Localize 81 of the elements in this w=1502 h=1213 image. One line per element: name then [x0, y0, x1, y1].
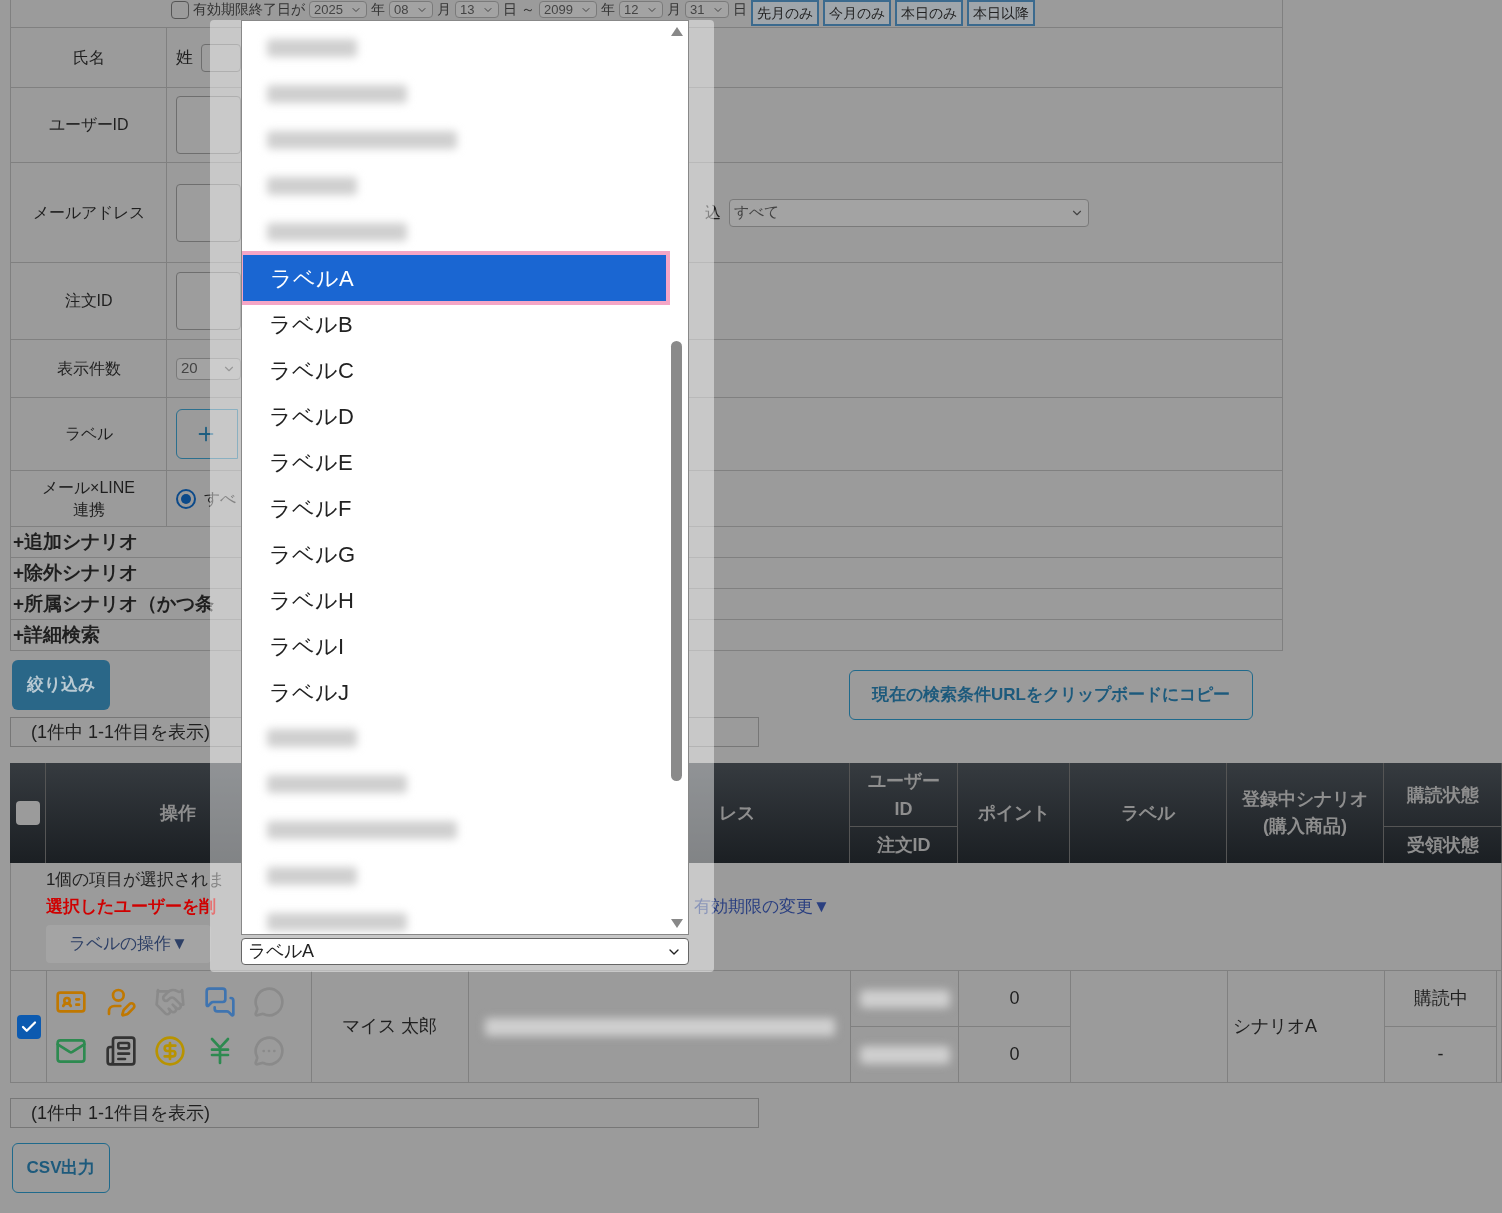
- option-item[interactable]: ラベルD: [242, 393, 667, 439]
- date-unit: 月: [437, 1, 451, 17]
- section-toggle[interactable]: +詳細検索: [13, 620, 101, 650]
- radio-button[interactable]: [176, 488, 196, 509]
- points-value: 0: [1009, 987, 1020, 1010]
- option-item[interactable]: ラベルJ: [242, 669, 667, 715]
- subscription-status: 購読中: [1413, 987, 1468, 1010]
- date-preset-button[interactable]: 本日以降: [967, 0, 1035, 26]
- dropdown[interactable]: 2099: [539, 1, 597, 18]
- section-toggle[interactable]: +追加シナリオ: [13, 527, 139, 557]
- option-item[interactable]: ラベルC: [242, 347, 667, 393]
- scrollbar-thumb[interactable]: [671, 341, 682, 781]
- newspaper-icon[interactable]: [104, 1035, 137, 1068]
- date-unit: 年: [371, 1, 385, 17]
- checkbox[interactable]: [171, 1, 189, 19]
- date-preset-button[interactable]: 本日のみ: [895, 0, 963, 26]
- label-menu-button[interactable]: ラベルの操作▼: [46, 925, 211, 963]
- option-item[interactable]: ラベルH: [242, 577, 667, 623]
- row-label: 注文ID: [64, 291, 113, 311]
- row-label: メール×LINE: [42, 477, 135, 498]
- column-header: ラベル: [1121, 801, 1175, 825]
- dropdown[interactable]: すべて: [729, 198, 1089, 227]
- column-header: ポイント: [977, 801, 1050, 825]
- pagination-bar: (1件中 1-1件目を表示): [10, 1098, 759, 1128]
- input-field[interactable]: [176, 272, 241, 330]
- column-header: ユーザー ID: [866, 769, 941, 821]
- row-label: メールアドレス: [32, 202, 145, 223]
- option-item[interactable]: ラベルI: [242, 623, 667, 669]
- column-header: 登録中シナリオ: [1242, 788, 1368, 811]
- radio-label: すべ: [204, 488, 236, 509]
- selection-count-text: 1個の項目が選択されま: [46, 869, 226, 891]
- column-header: (購入商品): [1263, 815, 1347, 838]
- checkbox-label: 有効期限終了日が: [193, 1, 305, 17]
- date-preset-button[interactable]: 今月のみ: [823, 0, 891, 26]
- chat-windows-icon[interactable]: [203, 985, 236, 1018]
- filter-button[interactable]: 絞り込み: [12, 660, 110, 710]
- scroll-up-icon[interactable]: [671, 27, 683, 36]
- input-field[interactable]: [176, 183, 241, 242]
- option-item[interactable]: ラベルB: [242, 301, 667, 347]
- date-unit: 日: [733, 1, 747, 17]
- add-label-button[interactable]: [176, 409, 238, 459]
- checkbox[interactable]: [16, 1014, 41, 1039]
- row-label: ラベル: [64, 424, 113, 444]
- date-unit: 年: [601, 1, 615, 17]
- date-unit: 月: [667, 1, 681, 17]
- section-toggle[interactable]: +所属シナリオ（かつ条: [13, 589, 215, 619]
- date-unit: ～: [521, 1, 535, 17]
- expiry-menu[interactable]: 有効期限の変更▼: [694, 893, 830, 921]
- scroll-down-icon[interactable]: [671, 919, 683, 928]
- column-header: レス: [719, 801, 755, 825]
- field-label: 姓: [176, 46, 193, 69]
- dropdown[interactable]: 20: [176, 357, 241, 380]
- column-header: 操作: [160, 801, 196, 825]
- row-label: ユーザーID: [48, 115, 129, 135]
- dropdown[interactable]: 31: [685, 1, 729, 18]
- dropdown[interactable]: 08: [389, 1, 433, 18]
- column-header: 受領状態: [1406, 833, 1479, 857]
- option-item[interactable]: ラベルF: [242, 485, 667, 531]
- user-name: マイス 太郎: [342, 1015, 438, 1038]
- filter-label: 込: [705, 202, 721, 223]
- input-field[interactable]: [201, 43, 241, 72]
- option-list[interactable]: ラベルA ラベルB ラベルC ラベルD ラベルE ラベルF ラベルG ラベルH ラベルI ラベルJ: [241, 20, 689, 935]
- input-field[interactable]: [176, 96, 241, 154]
- row-label: 連携: [72, 499, 105, 520]
- dropdown[interactable]: 13: [455, 1, 499, 18]
- scenario-name: シナリオA: [1233, 1015, 1317, 1038]
- column-header: 注文ID: [876, 833, 931, 857]
- checkbox[interactable]: [15, 801, 40, 825]
- date-preset-button[interactable]: 先月のみ: [751, 0, 819, 26]
- date-unit: 日: [503, 1, 517, 17]
- points-value: 0: [1009, 1043, 1020, 1066]
- receipt-status: -: [1437, 1043, 1444, 1066]
- section-toggle[interactable]: +除外シナリオ: [13, 558, 139, 588]
- row-label: 表示件数: [56, 358, 121, 379]
- option-item[interactable]: ラベルG: [242, 531, 667, 577]
- dropdown[interactable]: 12: [619, 1, 663, 18]
- row-label: 氏名: [72, 47, 105, 68]
- column-header: 購読状態: [1405, 783, 1480, 807]
- dropdown[interactable]: 2025: [309, 1, 367, 18]
- option-item[interactable]: ラベルE: [242, 439, 667, 485]
- label-select[interactable]: ラベルA: [241, 938, 689, 965]
